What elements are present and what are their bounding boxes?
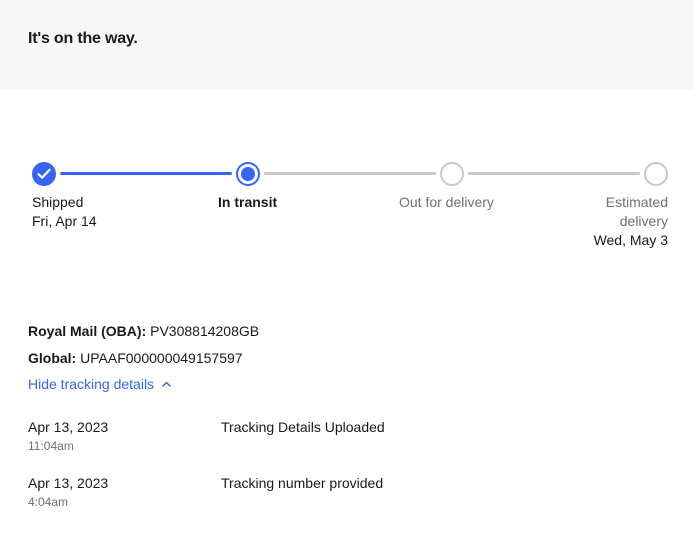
step-estimated-title-line2: delivery	[619, 213, 668, 229]
step-estimated-delivery-node	[644, 162, 668, 186]
global-label: Global:	[28, 350, 77, 366]
step-shipped-check-icon	[32, 162, 56, 186]
step-out-for-delivery-node	[440, 162, 464, 186]
carrier-label: Royal Mail (OBA):	[28, 323, 147, 339]
page-title: It's on the way.	[28, 30, 138, 47]
event-date: Apr 13, 2023	[28, 475, 109, 491]
step-shipped-date: Fri, Apr 14	[32, 213, 97, 229]
chevron-up-icon	[162, 381, 171, 387]
step-in-transit-title: In transit	[218, 194, 278, 210]
step-estimated-date: Wed, May 3	[593, 232, 668, 248]
step-in-transit-node	[236, 162, 260, 186]
tracking-event-row: Apr 13, 2023 4:04am Tracking number prov…	[28, 474, 668, 514]
event-time: 11:04am	[28, 439, 74, 453]
progress-line-shipped-to-transit	[60, 172, 232, 175]
step-out-for-delivery-title: Out for delivery	[399, 194, 494, 210]
event-description: Tracking number provided	[221, 475, 384, 491]
event-time: 4:04am	[28, 495, 69, 509]
step-estimated-delivery-label: Estimated delivery Wed, May 3	[594, 193, 668, 250]
step-estimated-title-line1: Estimated	[605, 194, 668, 210]
carrier-tracking-number: PV308814208GB	[150, 323, 260, 339]
hide-tracking-details-label: Hide tracking details	[28, 376, 155, 392]
step-out-for-delivery-label: Out for delivery	[399, 193, 494, 212]
event-description: Tracking Details Uploaded	[221, 419, 385, 435]
step-in-transit-label: In transit	[218, 193, 277, 212]
delivery-progress-tracker: Shipped Fri, Apr 14 In transit Out for d…	[0, 150, 693, 270]
event-date: Apr 13, 2023	[28, 419, 109, 435]
global-tracking-number: UPAAF000000049157597	[80, 350, 243, 366]
step-shipped-title: Shipped	[32, 194, 84, 210]
progress-line-out-to-delivery	[468, 172, 640, 175]
status-banner: It's on the way.	[0, 0, 693, 90]
global-tracking-row: Global: UPAAF000000049157597	[28, 349, 243, 368]
hide-tracking-details-link[interactable]: Hide tracking details	[28, 376, 171, 392]
progress-line-transit-to-out	[264, 172, 436, 175]
carrier-tracking-row: Royal Mail (OBA): PV308814208GB	[28, 322, 259, 341]
step-shipped-label: Shipped Fri, Apr 14	[32, 193, 97, 231]
tracking-event-row: Apr 13, 2023 11:04am Tracking Details Up…	[28, 418, 668, 458]
